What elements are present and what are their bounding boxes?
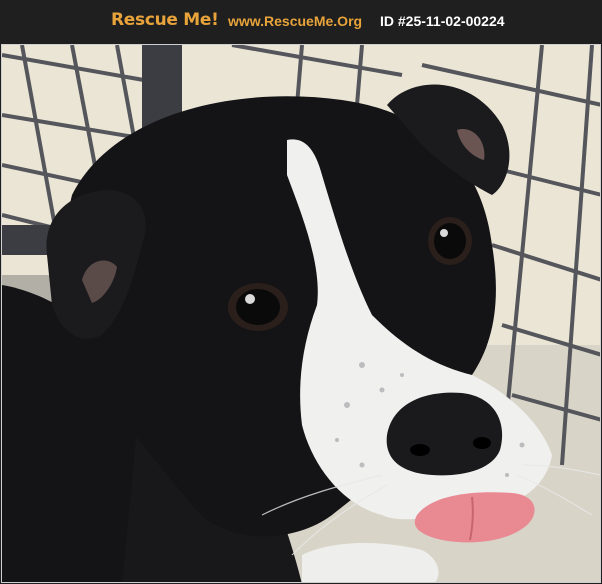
right-eye bbox=[428, 217, 472, 265]
pet-id-label: ID #25-11-02-00224 bbox=[380, 13, 505, 29]
pet-photo bbox=[1, 44, 601, 583]
nostril-right bbox=[473, 437, 491, 449]
header-bar: Rescue Me! www.RescueMe.Org ID #25-11-02… bbox=[0, 0, 602, 44]
site-url-link[interactable]: www.RescueMe.Org bbox=[228, 13, 362, 29]
left-eye bbox=[228, 283, 288, 331]
listing-frame: Rescue Me! www.RescueMe.Org ID #25-11-02… bbox=[0, 0, 602, 584]
dog-illustration bbox=[2, 45, 600, 582]
nostril-left bbox=[410, 444, 430, 456]
rescue-me-logo[interactable]: Rescue Me! bbox=[111, 10, 219, 30]
